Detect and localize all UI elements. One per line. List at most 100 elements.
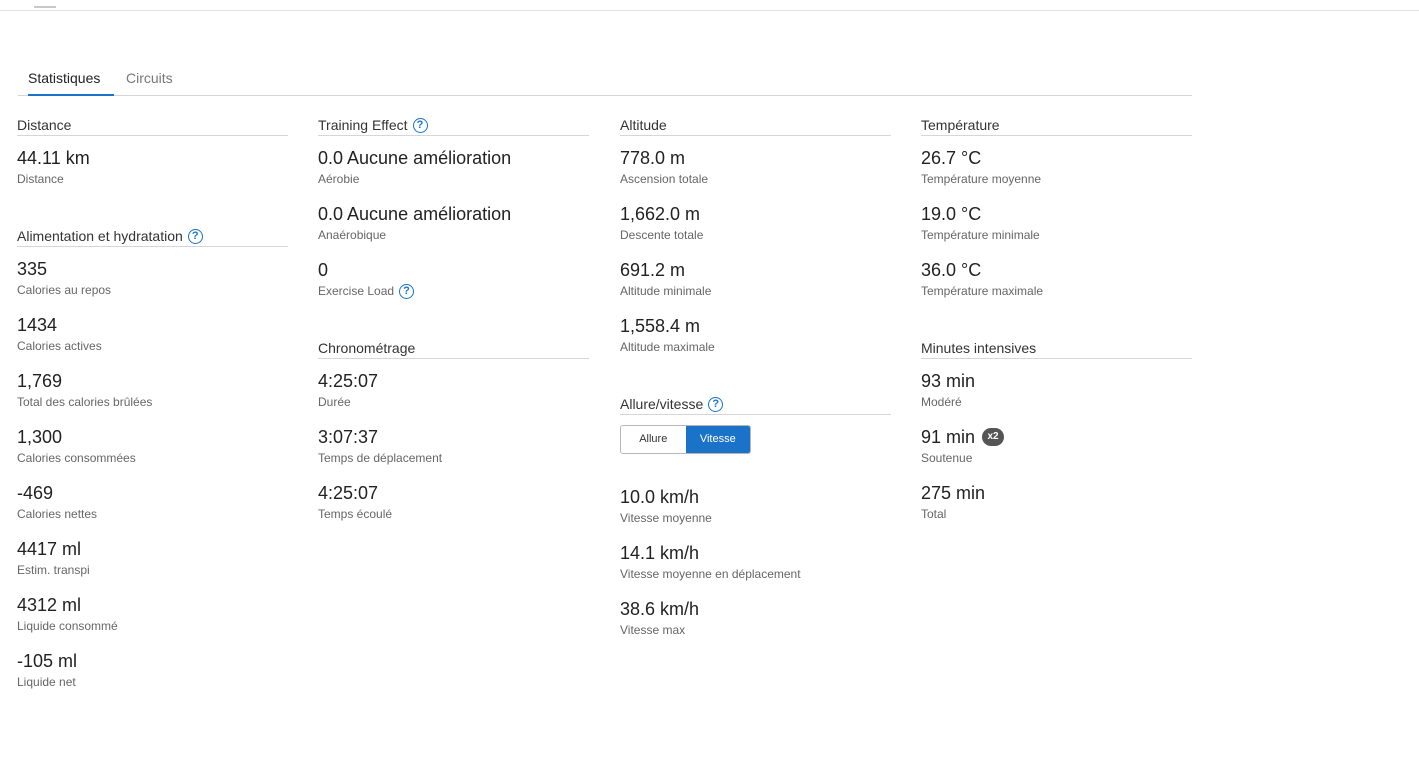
stat-label: Liquide consommé bbox=[17, 618, 288, 634]
stat-label-text: Modéré bbox=[921, 395, 962, 409]
stat-value-text: 1,662.0 m bbox=[620, 204, 701, 224]
stat-value: 93 min bbox=[921, 370, 1192, 392]
stat-calories-consommees: 1,300 Calories consommées bbox=[17, 426, 288, 482]
stat-anaerobique: 0.0 Aucune amélioration Anaérobique bbox=[318, 203, 589, 259]
tab-bar: Statistiques Circuits bbox=[18, 66, 1192, 96]
stat-value-text: 0.0 Aucune amélioration bbox=[318, 148, 512, 168]
stat-value-text: 14.1 km/h bbox=[620, 543, 700, 563]
help-icon[interactable]: ? bbox=[708, 397, 724, 412]
stat-value: 0 bbox=[318, 259, 589, 281]
tab-statistiques[interactable]: Statistiques bbox=[28, 66, 114, 96]
stat-value: 38.6 km/h bbox=[620, 598, 891, 620]
stat-label: Descente totale bbox=[620, 227, 891, 243]
stat-value: 1434 bbox=[17, 314, 288, 336]
section-temperature: Température 26.7 °C Température moyenne 19.… bbox=[921, 116, 1192, 315]
stat-value-text: 335 bbox=[17, 259, 48, 279]
stat-label: Température moyenne bbox=[921, 171, 1192, 187]
stat-calories-nettes: -469 Calories nettes bbox=[17, 482, 288, 538]
section-title: Altitude bbox=[620, 116, 891, 136]
section-title: Training Effect? bbox=[318, 116, 589, 136]
stat-value: 36.0 °C bbox=[921, 259, 1192, 281]
stat-value: 1,662.0 m bbox=[620, 203, 891, 225]
stat-label: Exercise Load? bbox=[318, 283, 589, 299]
stat-label: Altitude minimale bbox=[620, 283, 891, 299]
top-bar bbox=[0, 0, 1419, 11]
stat-calories-au-repos: 335 Calories au repos bbox=[17, 258, 288, 314]
section-alimentation-et-hydratation: Alimentation et hydratation? 335 Calories … bbox=[17, 227, 288, 706]
stat-label: Temps de déplacement bbox=[318, 450, 589, 466]
stat-label: Soutenue bbox=[921, 450, 1192, 466]
stat-descente-totale: 1,662.0 m Descente totale bbox=[620, 203, 891, 259]
stat-label: Vitesse max bbox=[620, 622, 891, 638]
stat-liquide-consomme: 4312 ml Liquide consommé bbox=[17, 594, 288, 650]
stat-soutenue: 91 min x2 Soutenue bbox=[921, 426, 1192, 482]
stat-value: 10.0 km/h bbox=[620, 486, 891, 508]
stat-value: 1,300 bbox=[17, 426, 288, 448]
stat-vitesse-moyenne: 10.0 km/h Vitesse moyenne bbox=[620, 486, 891, 542]
stat-ascension-totale: 778.0 m Ascension totale bbox=[620, 147, 891, 203]
stat-value-text: -105 ml bbox=[17, 651, 78, 671]
multiplier-badge: x2 bbox=[982, 428, 1005, 446]
stat-label-text: Calories actives bbox=[17, 339, 102, 353]
stat-label: Altitude maximale bbox=[620, 339, 891, 355]
stat-label-text: Soutenue bbox=[921, 451, 973, 465]
column-2: Training Effect? 0.0 Aucune amélioration A… bbox=[318, 116, 589, 562]
stat-exercise-load: 0 Exercise Load? bbox=[318, 259, 589, 315]
stat-estim-transpi: 4417 ml Estim. transpi bbox=[17, 538, 288, 594]
stat-value: -105 ml bbox=[17, 650, 288, 672]
section-title-text: Alimentation et hydratation bbox=[17, 228, 183, 244]
stat-value-text: 4:25:07 bbox=[318, 371, 379, 391]
stat-label-text: Total des calories brûlées bbox=[17, 395, 153, 409]
section-title: Chronométrage bbox=[318, 339, 589, 359]
stat-value-text: 38.6 km/h bbox=[620, 599, 700, 619]
section-title: Distance bbox=[17, 116, 288, 136]
stat-label: Distance bbox=[17, 171, 288, 187]
section-distance: Distance 44.11 km Distance bbox=[17, 116, 288, 203]
stat-label-text: Calories consommées bbox=[17, 451, 136, 465]
stat-label-text: Anaérobique bbox=[318, 228, 387, 242]
stat-value-text: 275 min bbox=[921, 483, 986, 503]
stat-label: Anaérobique bbox=[318, 227, 589, 243]
stat-value-text: 1,300 bbox=[17, 427, 63, 447]
stat-label-text: Température moyenne bbox=[921, 172, 1042, 186]
tab-circuits[interactable]: Circuits bbox=[126, 66, 186, 94]
stat-label-text: Vitesse max bbox=[620, 623, 686, 637]
section-title-text: Allure/vitesse bbox=[620, 396, 704, 412]
toggle-vitesse-button[interactable]: Vitesse bbox=[685, 426, 750, 453]
stat-value: 4417 ml bbox=[17, 538, 288, 560]
column-4: Température 26.7 °C Température moyenne 19.… bbox=[921, 116, 1192, 562]
stat-value-text: 36.0 °C bbox=[921, 260, 982, 280]
toggle-allure-button[interactable]: Allure bbox=[621, 426, 686, 453]
stat-modere: 93 min Modéré bbox=[921, 370, 1192, 426]
stat-label-text: Liquide net bbox=[17, 675, 76, 689]
stat-label-text: Température maximale bbox=[921, 284, 1044, 298]
section-title: Alimentation et hydratation? bbox=[17, 227, 288, 247]
stat-value: 4:25:07 bbox=[318, 370, 589, 392]
stat-label-text: Temps écoulé bbox=[318, 507, 393, 521]
section-training-effect: Training Effect? 0.0 Aucune amélioration A… bbox=[318, 116, 589, 315]
section-title-text: Altitude bbox=[620, 117, 667, 133]
stat-value: 335 bbox=[17, 258, 288, 280]
section-minutes-intensives: Minutes intensives 93 min Modéré 91 min x2 So… bbox=[921, 339, 1192, 538]
stat-value-text: 44.11 km bbox=[17, 148, 90, 168]
stat-value: 91 min x2 bbox=[921, 426, 1192, 448]
stat-label: Température maximale bbox=[921, 283, 1192, 299]
stat-value-text: 1,558.4 m bbox=[620, 316, 701, 336]
stat-temps-ecoule: 4:25:07 Temps écoulé bbox=[318, 482, 589, 538]
stat-value-text: 691.2 m bbox=[620, 260, 686, 280]
stat-label-text: Calories au repos bbox=[17, 283, 112, 297]
stat-value: 44.11 km bbox=[17, 147, 288, 169]
stat-label-text: Temps de déplacement bbox=[318, 451, 443, 465]
stat-temperature-moyenne: 26.7 °C Température moyenne bbox=[921, 147, 1192, 203]
help-icon[interactable]: ? bbox=[187, 229, 203, 244]
help-icon[interactable]: ? bbox=[399, 283, 415, 299]
stat-label: Calories actives bbox=[17, 338, 288, 354]
stat-value: -469 bbox=[17, 482, 288, 504]
stat-label: Calories consommées bbox=[17, 450, 288, 466]
stat-label-text: Liquide consommé bbox=[17, 619, 118, 633]
section-title: Minutes intensives bbox=[921, 339, 1192, 359]
section-title-text: Température bbox=[921, 117, 1000, 133]
stat-value-text: 19.0 °C bbox=[921, 204, 982, 224]
help-icon[interactable]: ? bbox=[412, 118, 428, 133]
stat-value-text: 1434 bbox=[17, 315, 58, 335]
